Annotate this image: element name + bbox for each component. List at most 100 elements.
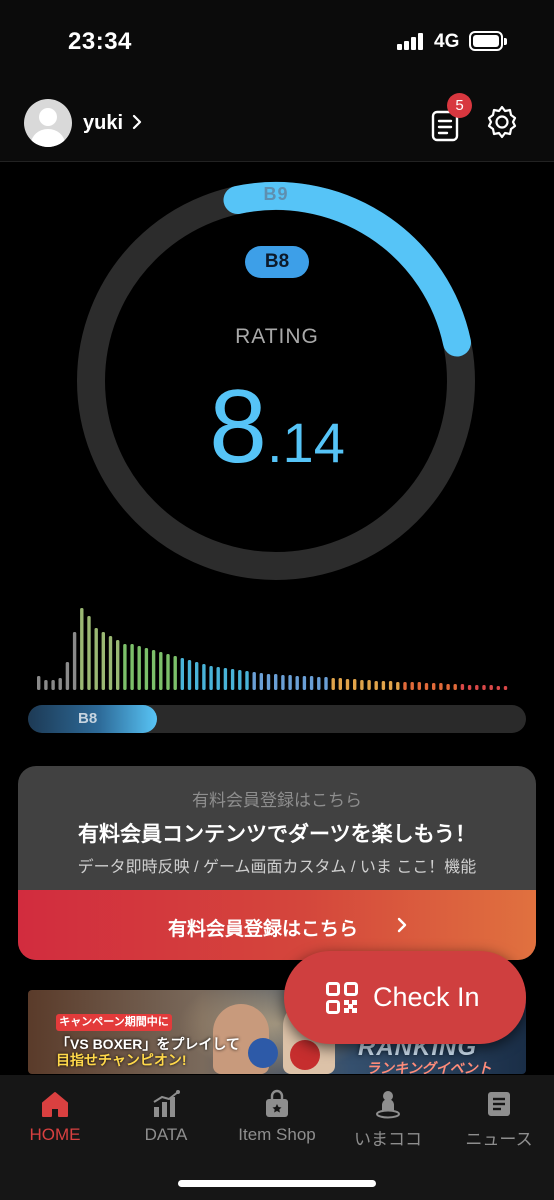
boxing-glove-icon [290, 1040, 320, 1070]
distribution-bar [381, 681, 386, 690]
status-bar: 23:34 4G [0, 0, 554, 82]
rating-distribution-chart [37, 608, 508, 690]
tab-item-shop[interactable]: Item Shop [222, 1089, 332, 1145]
distribution-bar [209, 666, 213, 690]
banner-line-2: 目指せチャンピオン! [56, 1052, 187, 1068]
distribution-bar [446, 684, 450, 690]
distribution-bar [424, 683, 429, 690]
distribution-bar [195, 662, 199, 690]
distribution-bar [65, 662, 70, 690]
tab-home[interactable]: HOME [0, 1089, 110, 1145]
avatar[interactable] [24, 99, 72, 147]
gear-icon[interactable] [484, 104, 520, 140]
home-indicator [178, 1180, 376, 1187]
membership-register-button[interactable]: 有料会員登録はこちら [18, 890, 536, 960]
distribution-bar [180, 658, 184, 690]
distribution-bar [187, 660, 192, 690]
distribution-bar [151, 650, 156, 690]
current-tier-badge: B8 [245, 246, 309, 278]
rating-value-integer: 8 [209, 369, 267, 485]
rating-value[interactable]: 8.14 [150, 368, 404, 487]
distribution-bar [281, 675, 285, 690]
rating-label: RATING [235, 325, 319, 348]
cellular-signal-icon [397, 33, 427, 50]
membership-subtitle: 有料会員登録はこちら [192, 791, 362, 810]
membership-title: 有料会員コンテンツでダーツを楽しもう！ [78, 823, 476, 846]
campaign-tag: キャンペーン期間中に [56, 1014, 172, 1031]
distribution-bar [101, 632, 105, 690]
distribution-bar [467, 685, 472, 690]
battery-icon [469, 31, 507, 51]
membership-card: 有料会員登録はこちら 有料会員コンテンツでダーツを楽しもう！ データ即時反映 /… [18, 766, 536, 960]
chart-icon [153, 1090, 180, 1117]
distribution-bar [159, 652, 163, 690]
distribution-bar [137, 646, 141, 690]
distribution-bar [482, 685, 486, 690]
distribution-bar [230, 669, 235, 690]
tab-home-label: HOME [29, 1125, 81, 1144]
distribution-bar [108, 636, 113, 690]
distribution-bar [496, 686, 500, 690]
app-header: yuki [0, 82, 554, 162]
tab-imakoko-label: いまココ [354, 1130, 422, 1149]
distribution-bar [130, 644, 134, 690]
rating-value-decimal: .14 [266, 411, 345, 474]
distribution-bar [367, 680, 371, 690]
distribution-bar [116, 640, 120, 690]
distribution-bar [259, 673, 263, 690]
notification-badge: 5 [447, 93, 472, 118]
distribution-bar [238, 670, 242, 690]
distribution-bar [345, 679, 350, 690]
tab-news[interactable]: ニュース [444, 1089, 554, 1150]
tab-data[interactable]: DATA [111, 1089, 221, 1145]
tier-progress-label: B8 [78, 710, 98, 727]
distribution-bar [410, 682, 414, 690]
distribution-bar [309, 676, 314, 690]
distribution-bar [353, 679, 357, 690]
distribution-bar [51, 680, 55, 690]
check-in-label: Check In [373, 982, 480, 1012]
distribution-bar [216, 667, 220, 690]
tab-news-label: ニュース [465, 1130, 533, 1149]
tab-item-shop-label: Item Shop [238, 1125, 316, 1144]
distribution-bar [460, 684, 465, 690]
shop-bag-icon [266, 1089, 288, 1117]
status-time: 23:34 [68, 28, 132, 55]
distribution-bar [360, 680, 364, 690]
distribution-bar [166, 654, 170, 690]
network-type: 4G [434, 31, 460, 52]
distribution-bar [123, 644, 127, 690]
membership-register-label: 有料会員登録はこちら [167, 919, 358, 940]
distribution-bar [489, 685, 493, 690]
distribution-bar [403, 682, 407, 690]
distribution-bar [173, 656, 177, 690]
distribution-bar [417, 682, 421, 690]
distribution-bar [87, 616, 91, 690]
distribution-bar [432, 683, 436, 690]
distribution-bar [374, 681, 378, 690]
distribution-bar [58, 678, 62, 690]
distribution-bar [223, 668, 228, 690]
distribution-bar [252, 672, 256, 690]
distribution-bar [396, 682, 400, 690]
tier-progress-bar: B8 [28, 705, 526, 733]
distribution-bar [317, 677, 321, 690]
distribution-bar [37, 676, 41, 690]
tab-imakoko[interactable]: いまココ [333, 1089, 443, 1150]
qr-code-icon [326, 982, 358, 1014]
distribution-bar [439, 683, 443, 690]
home-icon [42, 1092, 68, 1117]
username[interactable]: yuki [83, 112, 123, 135]
chevron-right-icon[interactable] [131, 113, 143, 131]
boxing-glove-icon [248, 1038, 278, 1068]
distribution-bar [324, 677, 328, 690]
membership-features: データ即時反映 / ゲーム画面カスタム / いま ここ！機能 [77, 859, 477, 876]
distribution-bar [274, 674, 278, 690]
tab-data-label: DATA [144, 1125, 188, 1144]
distribution-bar [245, 671, 249, 690]
distribution-bar [295, 676, 299, 690]
check-in-button[interactable]: Check In [284, 951, 526, 1044]
distribution-bar [453, 684, 457, 690]
distribution-bar [266, 674, 271, 690]
distribution-bar [388, 681, 393, 690]
